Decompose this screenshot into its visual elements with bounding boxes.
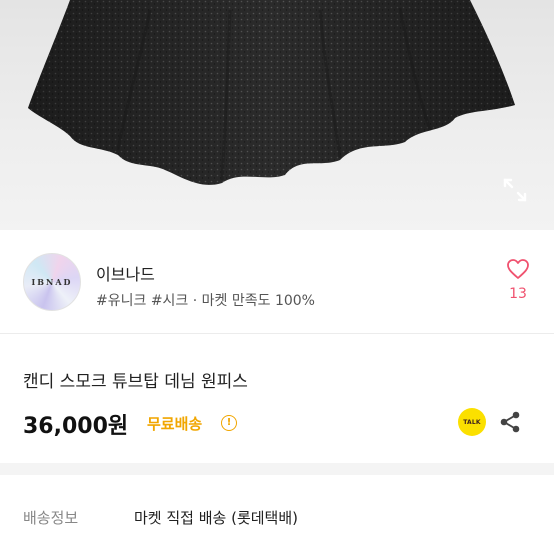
section-divider — [0, 463, 554, 475]
shipping-value: 마켓 직접 배송 (롯데택배) — [134, 509, 299, 527]
free-shipping-label: 무료배송 — [147, 415, 203, 433]
dress-skirt-image — [28, 0, 515, 185]
avatar-logo-text: IBNAD — [31, 277, 73, 287]
kakao-talk-button[interactable]: TALK — [458, 408, 486, 436]
shipping-label: 배송정보 — [23, 509, 79, 527]
talk-label: TALK — [463, 418, 481, 426]
seller-section: IBNAD 이브나드 #유니크 #시크 · 마켓 만족도 100% 13 — [0, 230, 554, 334]
product-title: 캔디 스모크 튜브탑 데님 원피스 — [23, 372, 248, 392]
product-photo[interactable] — [0, 0, 554, 230]
product-price: 36,000원 — [23, 414, 129, 439]
shipping-info: 배송정보 마켓 직접 배송 (롯데택배) — [0, 475, 554, 554]
seller-avatar[interactable]: IBNAD — [23, 253, 81, 311]
product-info: 캔디 스모크 튜브탑 데님 원피스 36,000원 무료배송 ! TALK — [0, 334, 554, 463]
like-count: 13 — [509, 286, 527, 302]
seller-tags: #유니크 #시크 · 마켓 만족도 100% — [96, 293, 315, 309]
info-icon[interactable]: ! — [221, 415, 237, 431]
heart-icon — [507, 259, 529, 279]
like-button[interactable]: 13 — [500, 258, 536, 302]
share-icon[interactable] — [498, 410, 522, 434]
expand-icon[interactable] — [500, 175, 530, 205]
seller-name[interactable]: 이브나드 — [96, 261, 155, 285]
